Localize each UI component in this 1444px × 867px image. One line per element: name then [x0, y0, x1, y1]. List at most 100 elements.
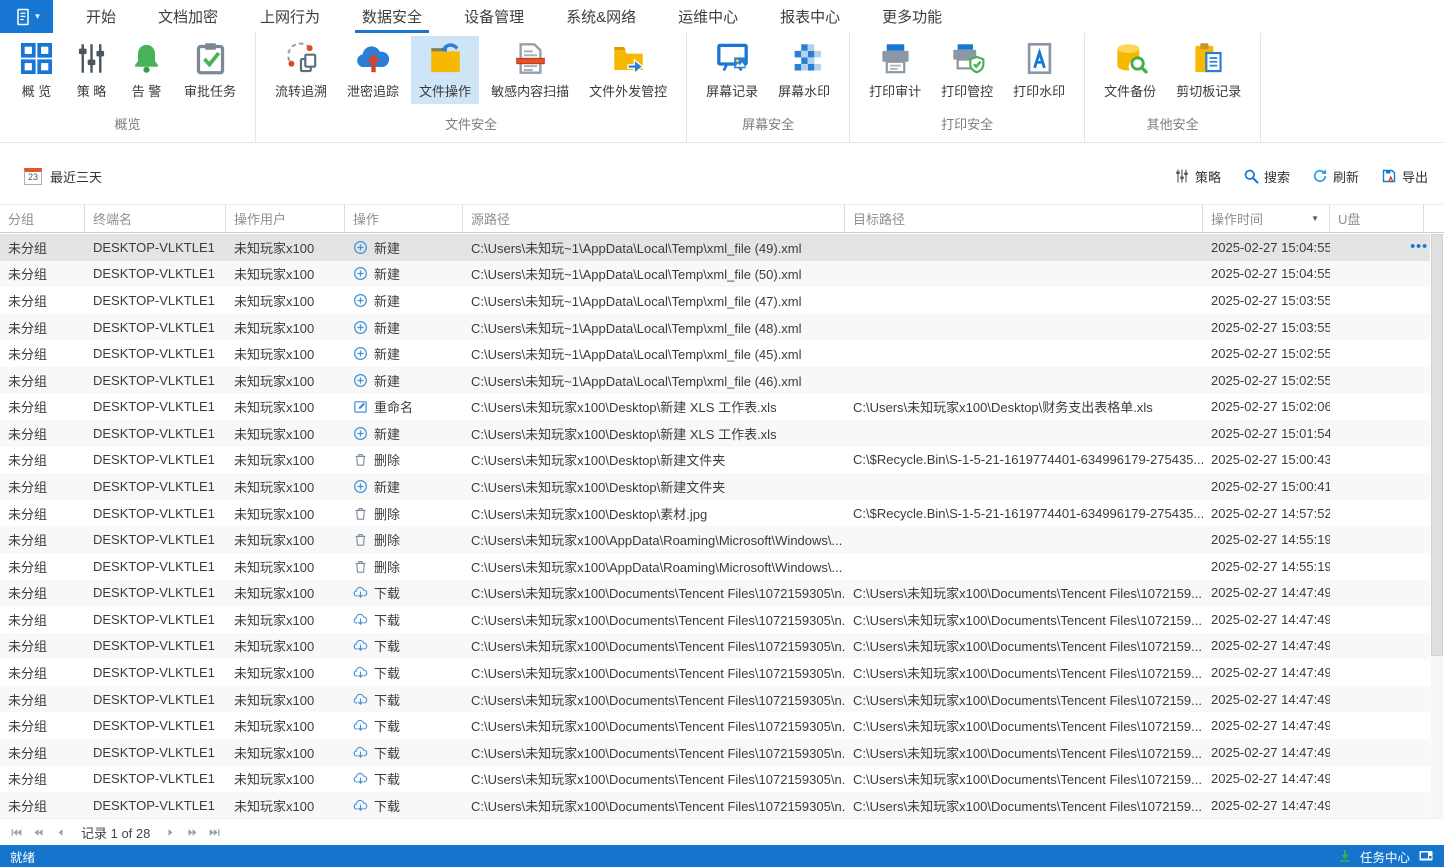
chat-window-icon[interactable]: [1418, 848, 1434, 864]
table-row[interactable]: 未分组 DESKTOP-VLKTLE1 未知玩家x100 下载 C:\Users\未知玩…: [0, 579, 1430, 607]
column-header-source[interactable]: 源路径: [463, 205, 845, 232]
cell-user: 未知玩家x100: [234, 506, 315, 522]
filter-action-refresh-button[interactable]: 刷新: [1312, 167, 1359, 186]
menu-tab[interactable]: 上网行为: [239, 0, 341, 33]
ribbon-button-file-operations[interactable]: 文件操作: [411, 36, 480, 104]
pager-prev-button[interactable]: [52, 824, 69, 841]
new-circle-plus-icon: [353, 479, 368, 494]
filter-action-policy-button[interactable]: 策略: [1174, 167, 1221, 186]
table-row[interactable]: 未分组 DESKTOP-VLKTLE1 未知玩家x100 下载 C:\Users\未知玩…: [0, 606, 1430, 633]
menu-tab[interactable]: 设备管理: [443, 0, 545, 33]
menu-tab[interactable]: 运维中心: [657, 0, 759, 33]
table-row[interactable]: 未分组 DESKTOP-VLKTLE1 未知玩家x100 新建 C:\Users\未知玩…: [0, 420, 1430, 447]
ribbon-button-label: 文件外发管控: [589, 84, 668, 99]
cell-source: C:\Users\未知玩家x100\Desktop\素材.jpg: [471, 506, 708, 522]
column-header-usb[interactable]: U盘: [1330, 205, 1424, 232]
table-row[interactable]: 未分组 DESKTOP-VLKTLE1 未知玩家x100 删除 C:\Users\未知玩…: [0, 447, 1430, 474]
filter-action-export-button[interactable]: 导出: [1381, 167, 1428, 186]
table-row[interactable]: 未分组 DESKTOP-VLKTLE1 未知玩家x100 新建 C:\Users\未知玩…: [0, 260, 1430, 288]
status-bar: 就绪 任务中心: [0, 845, 1444, 867]
pager-first-button[interactable]: [8, 824, 25, 841]
table-row[interactable]: 未分组 DESKTOP-VLKTLE1 未知玩家x100 新建 C:\Users\未知玩…: [0, 313, 1430, 341]
app-menu-button[interactable]: ▾: [0, 0, 53, 33]
download-cloud-icon: [353, 638, 368, 653]
cell-user: 未知玩家x100: [234, 772, 315, 788]
menu-tab[interactable]: 更多功能: [861, 0, 963, 33]
menu-tab[interactable]: 数据安全: [341, 0, 443, 33]
filter-action-search-button[interactable]: 搜索: [1243, 167, 1290, 186]
ribbon-button-screen-watermark[interactable]: 屏幕水印: [770, 36, 838, 104]
menu-tab[interactable]: 报表中心: [759, 0, 861, 33]
table-row[interactable]: 未分组 DESKTOP-VLKTLE1 未知玩家x100 新建 C:\Users\未知玩…: [0, 340, 1430, 367]
cell-op-label: 重命名: [374, 400, 414, 416]
table-row[interactable]: 未分组 DESKTOP-VLKTLE1 未知玩家x100 下载 C:\Users\未知玩…: [0, 632, 1430, 660]
content-scan-icon: [513, 41, 548, 76]
ribbon-button-label: 概 览: [21, 84, 52, 99]
column-header-op[interactable]: 操作: [345, 205, 463, 232]
cell-source: C:\Users\未知玩家x100\Documents\Tencent File…: [471, 586, 845, 602]
ribbon-button-policy-sliders[interactable]: 策 略: [66, 36, 117, 104]
cell-source: C:\Users\未知玩~1\AppData\Local\Temp\xml_fi…: [471, 293, 802, 309]
table-row[interactable]: 未分组 DESKTOP-VLKTLE1 未知玩家x100 删除 C:\Users\未知玩…: [0, 553, 1430, 580]
pager-next-page-button[interactable]: [184, 824, 201, 841]
ribbon-button-file-backup[interactable]: 文件备份: [1096, 36, 1164, 104]
table-row[interactable]: 未分组 DESKTOP-VLKTLE1 未知玩家x100 下载 C:\Users\未知玩…: [0, 659, 1430, 686]
menu-tab[interactable]: 系统&网络: [545, 0, 657, 33]
menu-tab[interactable]: 开始: [65, 0, 137, 33]
cell-source: C:\Users\未知玩家x100\Documents\Tencent File…: [471, 798, 845, 814]
cell-group: 未分组: [8, 426, 48, 442]
table-row[interactable]: 未分组 DESKTOP-VLKTLE1 未知玩家x100 下载 C:\Users\未知玩…: [0, 712, 1430, 739]
ribbon-button-print-watermark[interactable]: 打印水印: [1005, 36, 1073, 104]
table-row[interactable]: 未分组 DESKTOP-VLKTLE1 未知玩家x100 删除 C:\Users\未知玩…: [0, 500, 1430, 527]
table-row[interactable]: 未分组 DESKTOP-VLKTLE1 未知玩家x100 新建 C:\Users\未知玩…: [0, 234, 1430, 261]
table-row[interactable]: 未分组 DESKTOP-VLKTLE1 未知玩家x100 下载 C:\Users\未知玩…: [0, 766, 1430, 793]
ribbon-button-leak-tracking[interactable]: 泄密追踪: [339, 36, 407, 104]
cell-user: 未知玩家x100: [234, 798, 315, 814]
pager-next-button[interactable]: [162, 824, 179, 841]
date-filter-button[interactable]: 23 最近三天: [24, 167, 102, 186]
cell-group: 未分组: [8, 373, 48, 389]
table-row[interactable]: 未分组 DESKTOP-VLKTLE1 未知玩家x100 新建 C:\Users\未知玩…: [0, 473, 1430, 500]
vertical-scrollbar[interactable]: [1431, 234, 1443, 818]
table-row[interactable]: 未分组 DESKTOP-VLKTLE1 未知玩家x100 下载 C:\Users\未知玩…: [0, 685, 1430, 713]
pager-last-button[interactable]: [206, 824, 223, 841]
ribbon-button-overview-grid[interactable]: 概 览: [11, 36, 62, 104]
pager-prev-page-icon: [32, 826, 45, 839]
cell-op: 新建: [345, 424, 463, 443]
column-header-terminal[interactable]: 终端名: [85, 205, 226, 232]
menu-tab-label: 更多功能: [882, 9, 943, 26]
table-row[interactable]: 未分组 DESKTOP-VLKTLE1 未知玩家x100 下载 C:\Users\未知玩…: [0, 792, 1430, 818]
column-header-group[interactable]: 分组: [0, 205, 85, 232]
cell-terminal: DESKTOP-VLKTLE1: [93, 266, 215, 282]
table-row[interactable]: 未分组 DESKTOP-VLKTLE1 未知玩家x100 删除 C:\Users\未知玩…: [0, 526, 1430, 553]
pager-prev-page-button[interactable]: [30, 824, 47, 841]
table-row[interactable]: 未分组 DESKTOP-VLKTLE1 未知玩家x100 下载 C:\Users\未知玩…: [0, 738, 1430, 766]
cell-time: 2025-02-27 15:03:55: [1211, 292, 1330, 308]
ribbon-button-alert-bell[interactable]: 告 警: [121, 36, 172, 104]
calendar-day: 23: [27, 172, 38, 182]
column-header-time[interactable]: 操作时间 ▼: [1203, 205, 1330, 232]
ribbon-button-trace-circulation[interactable]: 流转追溯: [267, 36, 335, 104]
ribbon-button-content-scan[interactable]: 敏感内容扫描: [483, 36, 577, 104]
new-circle-plus-icon: [353, 320, 368, 335]
cell-target: C:\Users\未知玩家x100\Documents\Tencent File…: [853, 692, 1202, 708]
cell-terminal: DESKTOP-VLKTLE1: [93, 346, 215, 362]
table-row[interactable]: 未分组 DESKTOP-VLKTLE1 未知玩家x100 新建 C:\Users\未知玩…: [0, 287, 1430, 314]
menu-tab[interactable]: 文档加密: [137, 0, 239, 33]
scrollbar-thumb[interactable]: [1431, 234, 1443, 656]
cell-terminal: DESKTOP-VLKTLE1: [93, 638, 215, 654]
column-header-user[interactable]: 操作用户: [226, 205, 345, 232]
ribbon-button-screen-record[interactable]: 屏幕记录: [698, 36, 766, 104]
row-more-actions-button[interactable]: •••: [1410, 238, 1428, 254]
policy-sliders-icon: [74, 41, 109, 76]
column-header-target[interactable]: 目标路径: [845, 205, 1203, 232]
ribbon-button-print-control[interactable]: 打印管控: [933, 36, 1001, 104]
ribbon-button-approval-tasks[interactable]: 审批任务: [176, 36, 244, 104]
ribbon-button-outgoing-control[interactable]: 文件外发管控: [581, 36, 675, 104]
ribbon-button-print-audit[interactable]: 打印审计: [861, 36, 929, 104]
column-header-label: 目标路径: [853, 212, 906, 227]
ribbon-button-clipboard-record[interactable]: 剪切板记录: [1168, 36, 1249, 104]
table-row[interactable]: 未分组 DESKTOP-VLKTLE1 未知玩家x100 重命名 C:\Users\未知…: [0, 393, 1430, 420]
task-center-button[interactable]: 任务中心: [1360, 847, 1410, 866]
table-row[interactable]: 未分组 DESKTOP-VLKTLE1 未知玩家x100 新建 C:\Users\未知玩…: [0, 366, 1430, 394]
